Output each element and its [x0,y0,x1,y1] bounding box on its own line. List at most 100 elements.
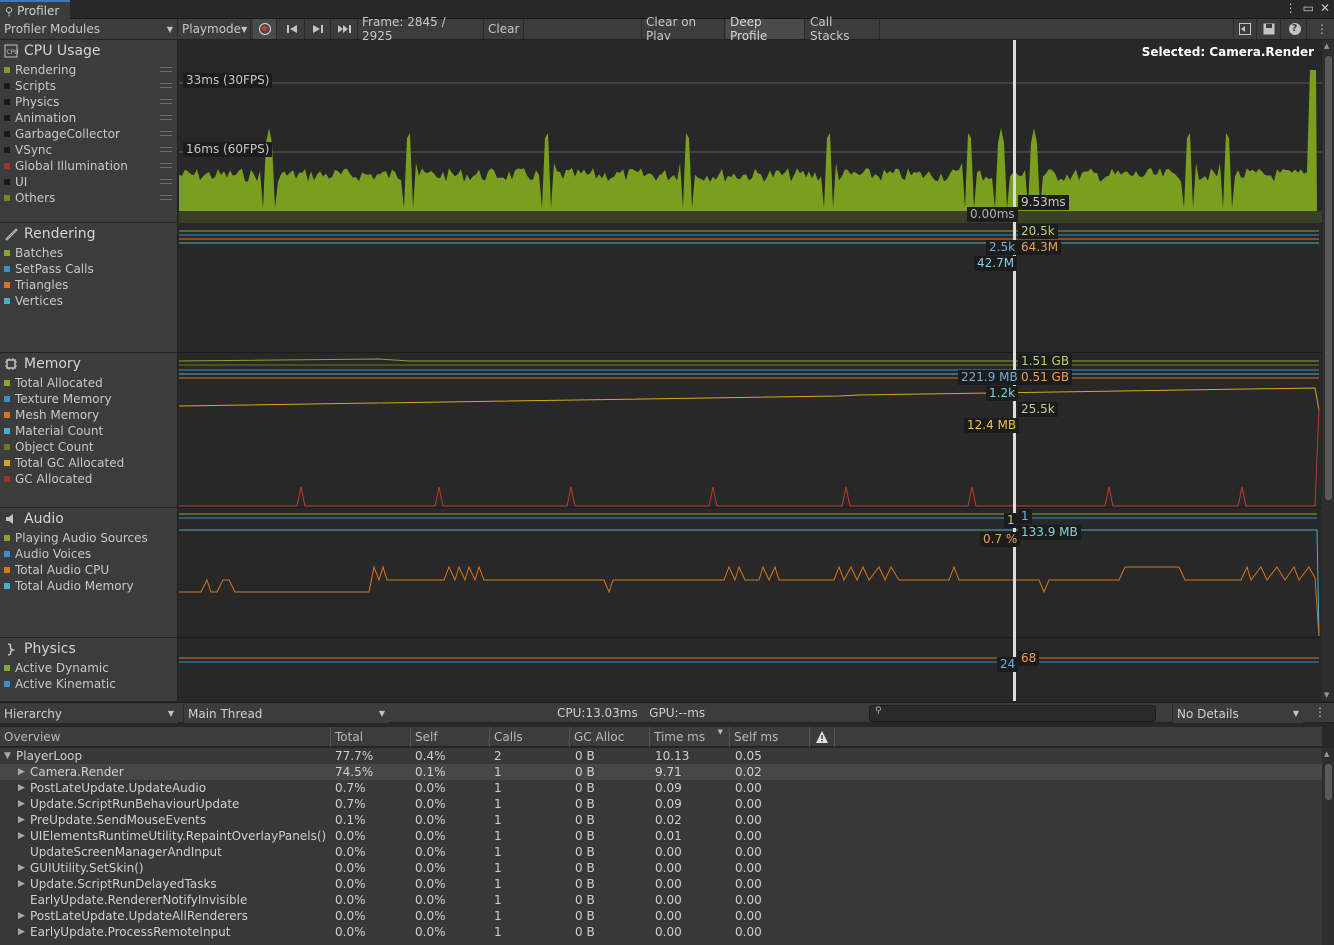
table-row[interactable]: ▶ GUIUtility.SetSkin() 0.0% 0.0% 1 0 B 0.00 0.0… [0,860,1322,876]
drag-handle-icon[interactable] [160,147,172,152]
maximize-icon[interactable]: ▭ [1303,1,1314,15]
physics-chart[interactable] [179,638,1322,701]
column-time-ms[interactable]: Time ms ▼ [650,727,730,747]
module-rendering[interactable]: Rendering Batches SetPass Calls Triangles V… [0,223,177,353]
legend-swatch[interactable] [4,428,10,434]
legend-swatch[interactable] [4,681,10,687]
memory-chart[interactable] [179,353,1322,508]
expand-arrow-icon[interactable]: ▶ [18,796,25,812]
module-memory[interactable]: Memory Total Allocated Texture Memory Mesh… [0,353,177,508]
legend-item[interactable]: Material Count [0,423,177,439]
legend-item[interactable]: Global Illumination [0,158,177,174]
table-scrollbar[interactable]: ▲ [1322,748,1334,945]
scroll-up-icon[interactable]: ▲ [1324,750,1329,758]
legend-swatch[interactable] [4,147,10,153]
column-gc-alloc[interactable]: GC Alloc [570,727,650,747]
table-row[interactable]: ▶ Update.ScriptRunDelayedTasks 0.0% 0.0% 1 0 … [0,876,1322,892]
clear-button[interactable]: Clear [484,19,524,39]
legend-swatch[interactable] [4,476,10,482]
load-button[interactable] [1233,19,1257,39]
legend-swatch[interactable] [4,282,10,288]
options-button[interactable]: ⋮ [1310,19,1334,39]
legend-swatch[interactable] [4,567,10,573]
column-overview[interactable]: Overview [0,727,331,747]
table-row[interactable]: UpdateScreenManagerAndInput 0.0% 0.0% 1 0 B 0… [0,844,1322,860]
legend-item[interactable]: Active Kinematic [0,676,177,692]
drag-handle-icon[interactable] [160,67,172,72]
legend-swatch[interactable] [4,551,10,557]
scrollbar-thumb[interactable] [1325,56,1332,500]
module-physics[interactable]: Physics Active Dynamic Active Kinematic [0,638,177,701]
audio-chart[interactable] [179,508,1322,638]
scroll-down-icon[interactable]: ▼ [1324,691,1329,699]
legend-item[interactable]: VSync [0,142,177,158]
legend-swatch[interactable] [4,195,10,201]
legend-item[interactable]: Physics [0,94,177,110]
expand-arrow-icon[interactable]: ▶ [18,876,25,892]
expand-arrow-icon[interactable]: ▶ [18,924,25,940]
drag-handle-icon[interactable] [160,163,172,168]
table-row[interactable]: ▶ Camera.Render 74.5% 0.1% 1 0 B 9.71 0.02 [0,764,1322,780]
legend-item[interactable]: Total Audio Memory [0,578,177,594]
legend-swatch[interactable] [4,665,10,671]
legend-item[interactable]: GC Allocated [0,471,177,487]
legend-item[interactable]: Rendering [0,62,177,78]
table-row[interactable]: ▶ UIElementsRuntimeUtility.RepaintOverlay… [0,828,1322,844]
legend-swatch[interactable] [4,67,10,73]
legend-item[interactable]: Playing Audio Sources [0,530,177,546]
legend-swatch[interactable] [4,266,10,272]
table-row[interactable]: ▶ Update.ScriptRunBehaviourUpdate 0.7% 0.0%… [0,796,1322,812]
expand-arrow-icon[interactable]: ▶ [18,860,25,876]
legend-item[interactable]: GarbageCollector [0,126,177,142]
legend-item[interactable]: Object Count [0,439,177,455]
call-stacks-button[interactable]: Call Stacks [806,15,880,43]
search-input[interactable]: ⚲ [869,705,1156,722]
legend-item[interactable]: Mesh Memory [0,407,177,423]
legend-swatch[interactable] [4,460,10,466]
legend-swatch[interactable] [4,444,10,450]
cpu-usage-chart[interactable] [179,40,1322,223]
legend-item[interactable]: Others [0,190,177,206]
drag-handle-icon[interactable] [160,195,172,200]
legend-swatch[interactable] [4,583,10,589]
first-frame-button[interactable] [279,19,305,39]
profiler-modules-dropdown[interactable]: Profiler Modules ▼ [0,19,178,39]
legend-item[interactable]: Scripts [0,78,177,94]
profiler-charts[interactable] [179,40,1322,701]
record-button[interactable] [253,19,277,39]
drag-handle-icon[interactable] [160,99,172,104]
expand-arrow-icon[interactable]: ▶ [18,812,25,828]
save-button[interactable] [1257,19,1281,39]
table-row[interactable]: ▶ EarlyUpdate.ProcessRemoteInput 0.0% 0.0% 1… [0,924,1322,940]
expand-arrow-icon[interactable]: ▶ [18,828,25,844]
view-dropdown[interactable]: Hierarchy ▼ [0,704,178,723]
table-row[interactable]: EarlyUpdate.RendererNotifyInvisible 0.0% 0… [0,892,1322,908]
details-dropdown[interactable]: No Details ▼ [1172,704,1303,723]
deep-profile-button[interactable]: Deep Profile [726,15,805,43]
legend-item[interactable]: UI [0,174,177,190]
column-self-ms[interactable]: Self ms [730,727,810,747]
warning-column[interactable] [810,727,835,747]
scrollbar-thumb[interactable] [1325,764,1332,800]
expand-arrow-icon[interactable]: ▶ [18,780,25,796]
legend-swatch[interactable] [4,83,10,89]
profiler-tab[interactable]: ⚲ Profiler [0,0,70,19]
legend-item[interactable]: Batches [0,245,177,261]
table-row[interactable]: ▼ PlayerLoop 77.7% 0.4% 2 0 B 10.13 0.05 [0,748,1322,764]
drag-handle-icon[interactable] [160,83,172,88]
legend-swatch[interactable] [4,396,10,402]
last-frame-button[interactable] [331,19,358,39]
close-icon[interactable]: ✕ [1320,1,1330,15]
legend-swatch[interactable] [4,179,10,185]
charts-scrollbar[interactable]: ▲ ▼ [1322,40,1334,701]
table-row[interactable]: ▶ PreUpdate.SendMouseEvents 0.1% 0.0% 1 0 B 0.… [0,812,1322,828]
next-frame-button[interactable] [305,19,331,39]
clear-on-play-button[interactable]: Clear on Play [641,15,725,43]
table-row[interactable]: ▶ PostLateUpdate.UpdateAudio 0.7% 0.0% 1 0 B 0… [0,780,1322,796]
legend-swatch[interactable] [4,298,10,304]
legend-item[interactable]: Texture Memory [0,391,177,407]
details-options-icon[interactable]: ⋮ [1314,705,1326,719]
legend-swatch[interactable] [4,535,10,541]
legend-item[interactable]: Total Audio CPU [0,562,177,578]
thread-dropdown[interactable]: Main Thread ▼ [183,704,389,723]
